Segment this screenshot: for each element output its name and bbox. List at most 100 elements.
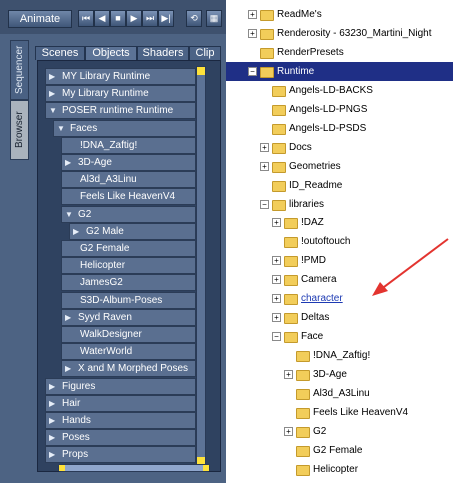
folder-tree-item-label: !PMD bbox=[301, 255, 326, 266]
library-tree-item[interactable]: ▶ Hands bbox=[45, 412, 196, 429]
folder-tree-item[interactable]: − libraries bbox=[226, 195, 453, 214]
folder-tree-item[interactable]: Al3d_A3Linu bbox=[226, 384, 453, 403]
expand-arrow-icon[interactable]: ▶ bbox=[49, 447, 55, 462]
options-button[interactable]: ▦ bbox=[206, 10, 222, 27]
stop-button[interactable]: ■ bbox=[110, 10, 126, 27]
expand-arrow-icon[interactable]: ▶ bbox=[49, 86, 55, 101]
horizontal-scrollbar[interactable] bbox=[58, 464, 210, 472]
library-tree-item[interactable]: Al3d_A3Linu bbox=[61, 171, 196, 188]
library-tree-item-label: X and M Morphed Poses bbox=[78, 363, 189, 374]
folder-icon bbox=[296, 465, 310, 476]
folder-tree-item[interactable]: Helicopter bbox=[226, 460, 453, 479]
folder-tree-item[interactable]: !DNA_Zaftig! bbox=[226, 346, 453, 365]
library-tree-item[interactable]: ▶ Props bbox=[45, 446, 196, 463]
folder-tree-item[interactable]: Feels Like HeavenV4 bbox=[226, 403, 453, 422]
folder-icon bbox=[284, 294, 298, 305]
folder-tree-item[interactable]: G2 Female bbox=[226, 441, 453, 460]
library-tree-item[interactable]: ▶ Syyd Raven bbox=[61, 309, 196, 326]
scroll-left-handle[interactable] bbox=[59, 465, 65, 471]
folder-tree-item-label: ReadMe's bbox=[277, 9, 322, 20]
tab-shaders[interactable]: Shaders bbox=[137, 46, 189, 60]
expand-plus-icon[interactable]: + bbox=[272, 294, 281, 303]
animate-button[interactable]: Animate bbox=[8, 10, 72, 28]
folder-tree-item[interactable]: Angels-LD-PNGS bbox=[226, 100, 453, 119]
folder-tree-item[interactable]: Angels-LD-BACKS bbox=[226, 81, 453, 100]
play-button[interactable]: ▶ bbox=[126, 10, 142, 27]
library-tree-item[interactable]: ▶ Poses bbox=[45, 429, 196, 446]
expand-arrow-icon[interactable]: ▶ bbox=[73, 224, 79, 239]
library-tree-item[interactable]: ▼ G2 bbox=[61, 206, 196, 223]
expand-arrow-icon[interactable]: ▶ bbox=[49, 396, 55, 411]
folder-tree-item[interactable]: + Docs bbox=[226, 138, 453, 157]
folder-tree-item[interactable]: − Runtime bbox=[226, 62, 453, 81]
collapse-arrow-icon[interactable]: ▼ bbox=[65, 207, 73, 222]
scroll-up-handle[interactable] bbox=[197, 67, 205, 75]
last-frame-button[interactable]: ⏭ bbox=[142, 10, 158, 27]
tab-sequencer[interactable]: Sequencer bbox=[10, 40, 29, 100]
collapse-arrow-icon[interactable]: ▼ bbox=[49, 103, 57, 118]
expand-arrow-icon[interactable]: ▶ bbox=[65, 310, 71, 325]
folder-tree-item[interactable]: − Face bbox=[226, 327, 453, 346]
expand-arrow-icon[interactable]: ▶ bbox=[65, 361, 71, 376]
expand-arrow-icon[interactable]: ▶ bbox=[49, 379, 55, 394]
folder-tree-item[interactable]: Angels-LD-PSDS bbox=[226, 119, 453, 138]
library-tree-item[interactable]: ▶ 3D-Age bbox=[61, 154, 196, 171]
tab-scenes[interactable]: Scenes bbox=[35, 46, 85, 60]
library-tree-item[interactable]: ▼ POSER runtime Runtime bbox=[45, 102, 196, 119]
collapse-minus-icon[interactable]: − bbox=[260, 200, 269, 209]
loop-button[interactable]: ⟲ bbox=[186, 10, 202, 27]
library-tree-item[interactable]: S3D-Album-Poses bbox=[61, 292, 196, 309]
library-tree-item[interactable]: ▶ X and M Morphed Poses bbox=[61, 360, 196, 377]
folder-tree-item[interactable]: + Deltas bbox=[226, 308, 453, 327]
next-key-button[interactable]: ▶| bbox=[158, 10, 174, 27]
folder-icon bbox=[296, 446, 310, 457]
first-frame-button[interactable]: ⏮ bbox=[78, 10, 94, 27]
expand-plus-icon[interactable]: + bbox=[272, 313, 281, 322]
folder-tree-item[interactable]: + !DAZ bbox=[226, 213, 453, 232]
expand-arrow-icon[interactable]: ▶ bbox=[65, 155, 71, 170]
collapse-minus-icon[interactable]: − bbox=[248, 67, 257, 76]
tab-clip[interactable]: Clip bbox=[189, 46, 221, 60]
expand-plus-icon[interactable]: + bbox=[284, 370, 293, 379]
library-tree-item[interactable]: ▶ My Library Runtime bbox=[45, 85, 196, 102]
library-tree-item[interactable]: G2 Female bbox=[61, 240, 196, 257]
tab-browser[interactable]: Browser bbox=[10, 100, 29, 160]
folder-icon bbox=[272, 200, 286, 211]
expand-plus-icon[interactable]: + bbox=[272, 218, 281, 227]
folder-tree-item[interactable]: ID_Readme bbox=[226, 176, 453, 195]
library-tree-item[interactable]: !DNA_Zaftig! bbox=[61, 137, 196, 154]
collapse-minus-icon[interactable]: − bbox=[272, 332, 281, 341]
folder-tree-item[interactable]: RenderPresets bbox=[226, 43, 453, 62]
folder-tree-item[interactable]: + G2 bbox=[226, 422, 453, 441]
expand-plus-icon[interactable]: + bbox=[272, 256, 281, 265]
vertical-scrollbar[interactable] bbox=[196, 66, 206, 468]
library-tree-item[interactable]: ▶ G2 Male bbox=[69, 223, 196, 240]
folder-tree-item[interactable]: +3D-Age bbox=[226, 365, 453, 384]
tab-objects[interactable]: Objects bbox=[85, 46, 137, 60]
library-tree-item[interactable]: ▼ Faces bbox=[53, 120, 196, 137]
expand-plus-icon[interactable]: + bbox=[248, 10, 257, 19]
expand-arrow-icon[interactable]: ▶ bbox=[49, 430, 55, 445]
expand-plus-icon[interactable]: + bbox=[260, 143, 269, 152]
prev-frame-button[interactable]: ◀ bbox=[94, 10, 110, 27]
library-tree-item[interactable]: WaterWorld bbox=[61, 343, 196, 360]
collapse-arrow-icon[interactable]: ▼ bbox=[57, 121, 65, 136]
library-tree-item[interactable]: WalkDesigner bbox=[61, 326, 196, 343]
library-tree-item[interactable]: ▶ MY Library Runtime bbox=[45, 68, 196, 85]
folder-tree-item[interactable]: + Geometries bbox=[226, 157, 453, 176]
expand-plus-icon[interactable]: + bbox=[272, 275, 281, 284]
expand-plus-icon[interactable]: + bbox=[260, 162, 269, 171]
library-tree-item[interactable]: ▶ Figures bbox=[45, 378, 196, 395]
library-tree-item[interactable]: JamesG2 bbox=[61, 274, 196, 291]
expand-arrow-icon[interactable]: ▶ bbox=[49, 69, 55, 84]
expand-plus-icon[interactable]: + bbox=[284, 427, 293, 436]
scroll-right-handle[interactable] bbox=[203, 465, 209, 471]
folder-tree-item[interactable]: + ReadMe's bbox=[226, 5, 453, 24]
library-tree-item[interactable]: Helicopter bbox=[61, 257, 196, 274]
folder-tree-item-label: libraries bbox=[289, 199, 325, 210]
expand-arrow-icon[interactable]: ▶ bbox=[49, 413, 55, 428]
library-tree-item[interactable]: ▶ Hair bbox=[45, 395, 196, 412]
library-tree-item[interactable]: Feels Like HeavenV4 bbox=[61, 188, 196, 205]
folder-tree-item[interactable]: + Renderosity - 63230_Martini_Night bbox=[226, 24, 453, 43]
expand-plus-icon[interactable]: + bbox=[248, 29, 257, 38]
